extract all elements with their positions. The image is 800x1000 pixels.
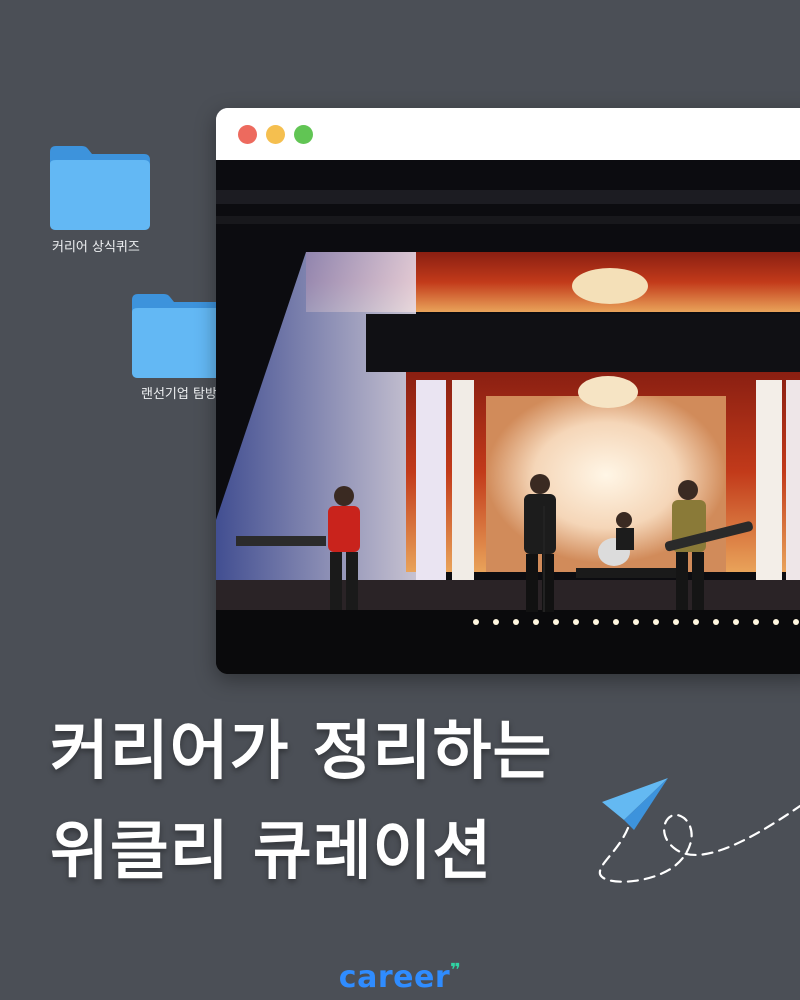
headline-line-2: 위클리 큐레이션: [50, 815, 493, 889]
headline-line-1: 커리어가 정리하는: [50, 715, 553, 789]
zoom-button[interactable]: [294, 125, 313, 144]
quote-mark-icon: ❞: [450, 960, 462, 981]
browser-window: [216, 108, 800, 674]
folder-label-company-tour: 랜선기업 탐방: [141, 387, 217, 402]
window-titlebar: [216, 108, 800, 160]
concert-photo: [216, 160, 800, 674]
minimize-button[interactable]: [266, 125, 285, 144]
close-button[interactable]: [238, 125, 257, 144]
paper-plane-icon: [588, 772, 800, 892]
career-logo: career❞: [0, 960, 800, 995]
folder-icon[interactable]: [48, 144, 152, 230]
folder-label-career-quiz: 커리어 상식퀴즈: [52, 240, 140, 255]
career-logo-text: career: [338, 960, 451, 995]
